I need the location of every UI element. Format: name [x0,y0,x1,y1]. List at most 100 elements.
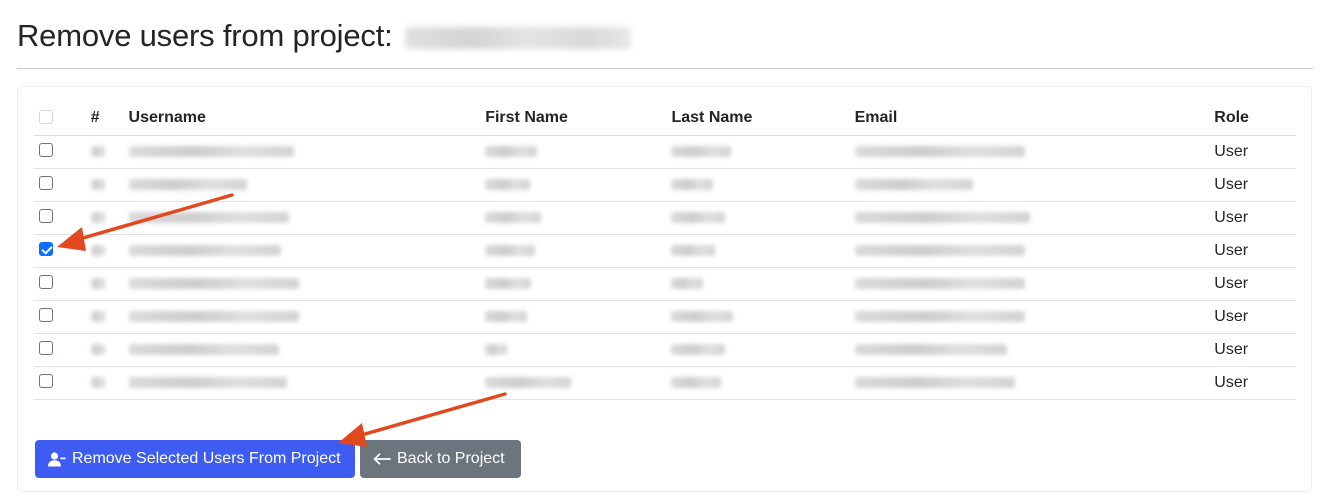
row-last-name [671,135,855,169]
user-minus-icon [48,451,66,467]
row-select-cell [34,234,91,268]
row-select-checkbox[interactable] [39,242,53,257]
form-actions: Remove Selected Users From Project Back … [35,440,521,478]
row-first-name-redacted [485,376,572,388]
row-email [854,201,1215,235]
column-header-first-name: First Name [485,102,672,136]
column-header-role: Role [1214,102,1296,136]
row-last-name-redacted [671,343,726,355]
row-role: User [1214,333,1296,367]
row-last-name-redacted [671,310,734,322]
row-last-name [671,300,855,334]
row-first-name [485,135,672,169]
row-email [854,168,1215,202]
row-last-name [671,168,855,202]
row-select-checkbox[interactable] [39,341,53,356]
row-email-redacted [854,178,973,190]
row-last-name-redacted [671,244,716,256]
row-email [854,333,1215,367]
row-role: User [1214,300,1296,334]
select-all-checkbox[interactable] [39,110,53,125]
row-last-name-redacted [671,211,726,223]
row-username-redacted [128,277,299,289]
row-first-name [485,267,672,301]
row-number-redacted [90,211,105,223]
row-first-name-redacted [485,277,532,289]
row-first-name [485,333,672,367]
row-username [128,234,486,268]
table-row: User [34,333,1296,367]
row-number-redacted [90,277,105,289]
row-number-redacted [90,310,105,322]
row-select-checkbox[interactable] [39,143,53,158]
row-number-redacted [90,244,105,256]
row-last-name [671,333,855,367]
row-username-redacted [128,244,281,256]
row-username [128,135,486,169]
row-select-checkbox[interactable] [39,209,53,224]
row-email-redacted [854,376,1015,388]
row-last-name [671,201,855,235]
row-first-name [485,300,672,334]
row-last-name [671,234,855,268]
table-row: User [34,135,1296,169]
project-name-redacted [404,27,631,49]
users-card: # Username First Name Last Name Email Ro… [17,86,1312,492]
remove-selected-users-button[interactable]: Remove Selected Users From Project [35,440,355,478]
row-select-cell [34,135,91,169]
table-row: User [34,168,1296,202]
back-to-project-button[interactable]: Back to Project [360,440,521,478]
row-email-redacted [854,310,1025,322]
row-last-name-redacted [671,277,704,289]
row-first-name [485,168,672,202]
column-header-number: # [90,102,129,136]
row-email [854,135,1215,169]
column-header-email: Email [854,102,1215,136]
row-select-cell [34,267,91,301]
row-number-redacted [90,343,105,355]
row-username-redacted [128,343,279,355]
row-username [128,333,486,367]
table-row: User [34,300,1296,334]
row-number [90,267,129,301]
table-row: User [34,267,1296,301]
row-number [90,201,129,235]
row-role: User [1214,366,1296,400]
row-email [854,267,1215,301]
table-header-row: # Username First Name Last Name Email Ro… [34,102,1296,136]
row-email-redacted [854,277,1025,289]
row-last-name [671,267,855,301]
row-number [90,234,129,268]
row-select-cell [34,168,91,202]
row-username-redacted [128,178,247,190]
row-first-name-redacted [485,343,508,355]
row-role: User [1214,201,1296,235]
row-number-redacted [90,376,105,388]
row-role: User [1214,267,1296,301]
row-email [854,366,1215,400]
users-table: # Username First Name Last Name Email Ro… [34,102,1296,400]
row-first-name-redacted [485,145,538,157]
row-first-name-redacted [485,244,536,256]
row-email [854,234,1215,268]
row-email [854,300,1215,334]
back-to-project-label: Back to Project [397,450,505,467]
row-email-redacted [854,343,1007,355]
row-number [90,135,129,169]
row-select-cell [34,333,91,367]
row-select-checkbox[interactable] [39,374,53,389]
row-email-redacted [854,145,1025,157]
row-first-name [485,234,672,268]
row-username [128,201,486,235]
page-header: Remove users from project: [17,14,631,58]
row-select-cell [34,300,91,334]
row-select-checkbox[interactable] [39,308,53,323]
row-role: User [1214,135,1296,169]
arrow-left-icon [373,453,391,465]
row-number [90,333,129,367]
row-select-checkbox[interactable] [39,275,53,290]
row-select-checkbox[interactable] [39,176,53,191]
row-first-name [485,201,672,235]
column-header-username: Username [128,102,486,136]
table-row: User [34,201,1296,235]
